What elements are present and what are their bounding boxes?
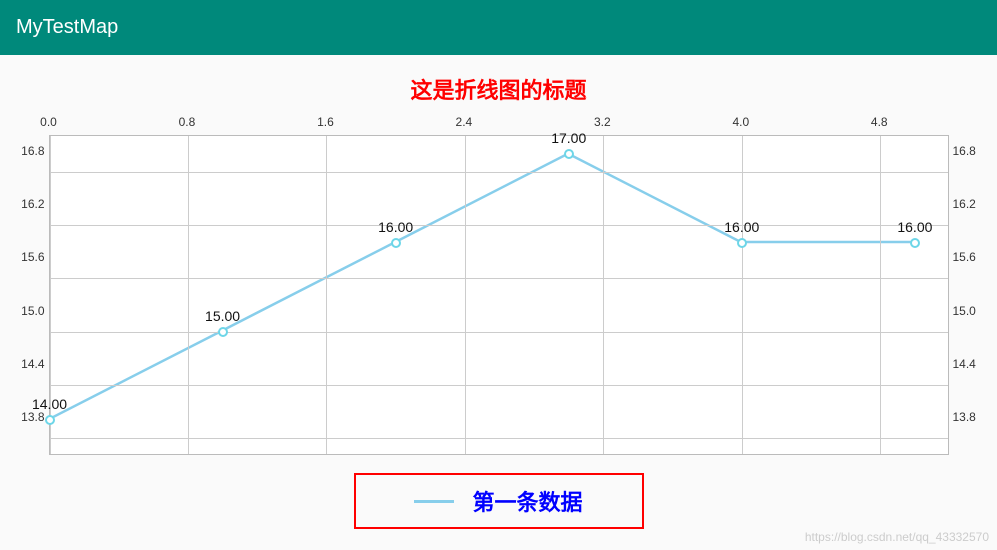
x-tick: 4.8 (871, 115, 888, 129)
x-tick: 2.4 (456, 115, 473, 129)
y-tick-left: 14.4 (21, 357, 44, 371)
grid-horizontal (50, 438, 948, 439)
data-point[interactable] (218, 327, 228, 337)
chart-title: 这是折线图的标题 (10, 73, 987, 105)
data-label: 15.00 (205, 308, 240, 324)
y-tick-right: 16.2 (953, 197, 976, 211)
app-title: MyTestMap (16, 16, 118, 39)
grid-horizontal (50, 278, 948, 279)
y-tick-left: 16.8 (21, 144, 44, 158)
x-axis-ticks: 0.00.81.62.43.24.04.8 (49, 115, 949, 135)
grid-vertical (742, 136, 743, 454)
grid-vertical (880, 136, 881, 454)
series-line (50, 154, 913, 419)
y-tick-left: 15.0 (21, 304, 44, 318)
data-label: 16.00 (897, 219, 932, 235)
x-tick: 3.2 (594, 115, 611, 129)
data-label: 16.00 (378, 219, 413, 235)
x-tick: 1.6 (317, 115, 334, 129)
y-tick-left: 16.2 (21, 197, 44, 211)
chart-container: 这是折线图的标题 0.00.81.62.43.24.04.8 13.814.41… (0, 55, 997, 539)
data-point[interactable] (391, 238, 401, 248)
grid-horizontal (50, 332, 948, 333)
data-point[interactable] (910, 238, 920, 248)
x-tick: 4.0 (732, 115, 749, 129)
data-label: 16.00 (724, 219, 759, 235)
line-series (50, 136, 948, 454)
y-tick-right: 16.8 (953, 144, 976, 158)
y-axis-left: 13.814.415.015.616.216.8 (19, 115, 49, 435)
grid-vertical (188, 136, 189, 454)
y-tick-right: 15.6 (953, 250, 976, 264)
legend-line-icon (414, 500, 454, 503)
data-point[interactable] (45, 415, 55, 425)
grid-horizontal (50, 225, 948, 226)
data-point[interactable] (564, 149, 574, 159)
data-label: 14.00 (32, 396, 67, 412)
grid-vertical (465, 136, 466, 454)
legend-label: 第一条数据 (472, 485, 582, 517)
grid-vertical (603, 136, 604, 454)
plot-area[interactable]: 14.0015.0016.0017.0016.0016.00 (49, 135, 949, 455)
grid-horizontal (50, 172, 948, 173)
y-tick-right: 13.8 (953, 410, 976, 424)
y-tick-left: 15.6 (21, 250, 44, 264)
y-tick-right: 15.0 (953, 304, 976, 318)
data-label: 17.00 (551, 130, 586, 146)
y-tick-right: 14.4 (953, 357, 976, 371)
app-bar: MyTestMap (0, 0, 997, 55)
x-tick: 0.8 (179, 115, 196, 129)
watermark: https://blog.csdn.net/qq_43332570 (805, 530, 989, 544)
grid-vertical (326, 136, 327, 454)
plot-wrap: 0.00.81.62.43.24.04.8 13.814.415.015.616… (19, 115, 979, 529)
legend: 第一条数据 (354, 473, 644, 529)
y-axis-right: 13.8 14.4 15.0 15.6 16.2 16.8 (949, 115, 979, 435)
grid-horizontal (50, 385, 948, 386)
data-point[interactable] (737, 238, 747, 248)
